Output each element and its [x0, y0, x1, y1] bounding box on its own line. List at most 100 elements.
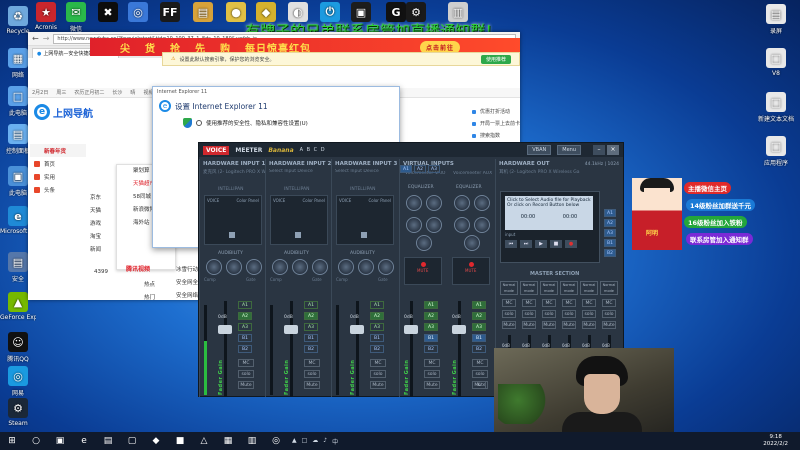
bus-button-a3[interactable]: A3: [472, 323, 486, 331]
menu-button[interactable]: Menu: [557, 145, 581, 155]
bus-button-a2[interactable]: A2: [304, 312, 318, 320]
master-mute-button[interactable]: Mute: [522, 321, 536, 329]
desktop-icon[interactable]: □ V8: [758, 48, 794, 77]
bus-button-a2[interactable]: A2: [472, 312, 486, 320]
intellipan-pad[interactable]: VOICE Color Panel: [270, 195, 328, 245]
master-mute-button[interactable]: Mute: [562, 321, 576, 329]
taskbar-app-icon[interactable]: ▤: [100, 434, 116, 448]
desktop-icon[interactable]: ◎ 网易: [0, 366, 36, 397]
master-mute-button[interactable]: Mute: [582, 321, 596, 329]
desktop-icon[interactable]: ◎: [120, 2, 156, 24]
bus-button-b2[interactable]: B2: [238, 345, 252, 353]
pan-cursor[interactable]: [229, 232, 235, 238]
category-item[interactable]: 首页: [30, 157, 86, 170]
master-mono-button[interactable]: MC: [602, 299, 616, 307]
right-link[interactable]: 开局一票上去前卡: [472, 118, 520, 130]
mute-button[interactable]: Mute: [424, 381, 440, 389]
audibility-knob[interactable]: [226, 259, 242, 275]
bus-button-a1[interactable]: A1: [304, 301, 318, 309]
bus-button-a1[interactable]: A1: [238, 301, 252, 309]
eq-knob[interactable]: [474, 217, 490, 233]
master-mono-button[interactable]: MC: [562, 299, 576, 307]
solo-button[interactable]: solo: [370, 370, 386, 378]
tray-icon[interactable]: ☁: [312, 437, 318, 446]
taskbar-app-icon[interactable]: ◆: [148, 434, 164, 448]
master-solo-button[interactable]: solo: [582, 310, 596, 318]
desktop-icon[interactable]: □ 新建文本文档: [758, 92, 794, 123]
mono-button[interactable]: MC: [370, 359, 386, 367]
tray-icon[interactable]: 中: [332, 437, 338, 446]
pan-red-cursor[interactable]: [469, 262, 474, 267]
audibility-knob[interactable]: [292, 259, 308, 275]
eq-knob[interactable]: [464, 235, 480, 251]
desktop-icon[interactable]: ☺ 腾讯QQ: [0, 332, 36, 363]
notice-ok-button[interactable]: 使用推荐: [480, 54, 511, 64]
bus-button-b2[interactable]: B2: [472, 345, 486, 353]
fader-handle[interactable]: [350, 325, 364, 334]
intellipan-pad[interactable]: VOICE Color Panel: [336, 195, 394, 245]
taskbar-app-icon[interactable]: ◎: [268, 434, 284, 448]
bus-button-b1[interactable]: B1: [238, 334, 252, 342]
minimize-icon[interactable]: –: [593, 145, 605, 155]
output-a1-button[interactable]: A1: [604, 209, 616, 217]
recorder-screen[interactable]: Click to Select Audio file for Playback O…: [505, 196, 593, 230]
eq-knob[interactable]: [406, 195, 422, 211]
start-icon[interactable]: ⊞: [4, 434, 20, 448]
bus-button-b2[interactable]: B2: [370, 345, 384, 353]
taskbar-app-icon[interactable]: ○: [28, 434, 44, 448]
bus-button-b1[interactable]: B1: [472, 334, 486, 342]
pan-cursor[interactable]: [361, 232, 367, 238]
desktop-icon[interactable]: ▣: [343, 2, 379, 24]
nav-item[interactable]: 2月2日: [32, 89, 48, 96]
master-mono-button[interactable]: MC: [522, 299, 536, 307]
normal-mode-button[interactable]: Normal mode: [500, 281, 518, 295]
rewind-icon[interactable]: ⏮: [505, 240, 517, 248]
bus-button-a3[interactable]: A3: [238, 323, 252, 331]
master-solo-button[interactable]: solo: [542, 310, 556, 318]
mono-button[interactable]: MC: [238, 359, 254, 367]
master-mono-button[interactable]: MC: [502, 299, 516, 307]
bus-button-b2[interactable]: B2: [304, 345, 318, 353]
desktop-icon[interactable]: ▤ 录屏: [758, 4, 794, 35]
category-item[interactable]: 头条: [30, 183, 86, 196]
comp-knob[interactable]: [272, 259, 288, 275]
forward-icon[interactable]: ⏭: [520, 240, 532, 248]
k-button[interactable]: K: [472, 381, 486, 389]
audibility-knob[interactable]: [358, 259, 374, 275]
master-solo-button[interactable]: solo: [522, 310, 536, 318]
master-mute-button[interactable]: Mute: [602, 321, 616, 329]
bus-button-b1[interactable]: B1: [304, 334, 318, 342]
virtual-input-aux[interactable]: Voicemeeter AUX: [450, 171, 496, 176]
eq-knob[interactable]: [454, 195, 470, 211]
desktop-icon[interactable]: ♻ Recycle: [0, 6, 36, 35]
mute-button[interactable]: Mute: [238, 381, 254, 389]
solo-button[interactable]: solo: [424, 370, 440, 378]
normal-mode-button[interactable]: Normal mode: [560, 281, 578, 295]
bus-button-a3[interactable]: A3: [370, 323, 384, 331]
nav-item[interactable]: 晴: [130, 89, 135, 96]
mono-button[interactable]: MC: [424, 359, 440, 367]
solo-button[interactable]: solo: [472, 370, 488, 378]
hot-title[interactable]: 腾讯视频: [126, 264, 150, 273]
desktop-icon[interactable]: FF: [152, 2, 188, 24]
pan-cursor[interactable]: [295, 232, 301, 238]
fader-handle[interactable]: [452, 325, 466, 334]
desktop-icon[interactable]: ◆: [248, 2, 284, 24]
stop-icon[interactable]: ■: [550, 240, 562, 248]
master-solo-button[interactable]: solo: [562, 310, 576, 318]
mute-button[interactable]: Mute: [304, 381, 320, 389]
desktop-icon[interactable]: □ 应用程序: [758, 136, 794, 167]
bus-button-a1[interactable]: A1: [370, 301, 384, 309]
bus-button-b1[interactable]: B1: [370, 334, 384, 342]
desktop-icon[interactable]: ⚙ Steam: [0, 398, 36, 427]
master-solo-button[interactable]: solo: [502, 310, 516, 318]
strip-device[interactable]: Select Input Device: [332, 169, 397, 174]
strip-device[interactable]: 麦克风 (2- Logitech PRO X Wire: [200, 169, 265, 175]
eq-knob[interactable]: [474, 195, 490, 211]
bus-button-a1[interactable]: A1: [472, 301, 486, 309]
comp-knob[interactable]: [206, 259, 222, 275]
category-header[interactable]: 新春年货: [30, 144, 86, 157]
right-link[interactable]: 搜索指数: [472, 130, 520, 142]
fader-handle[interactable]: [404, 325, 418, 334]
record-icon[interactable]: ●: [565, 240, 577, 248]
